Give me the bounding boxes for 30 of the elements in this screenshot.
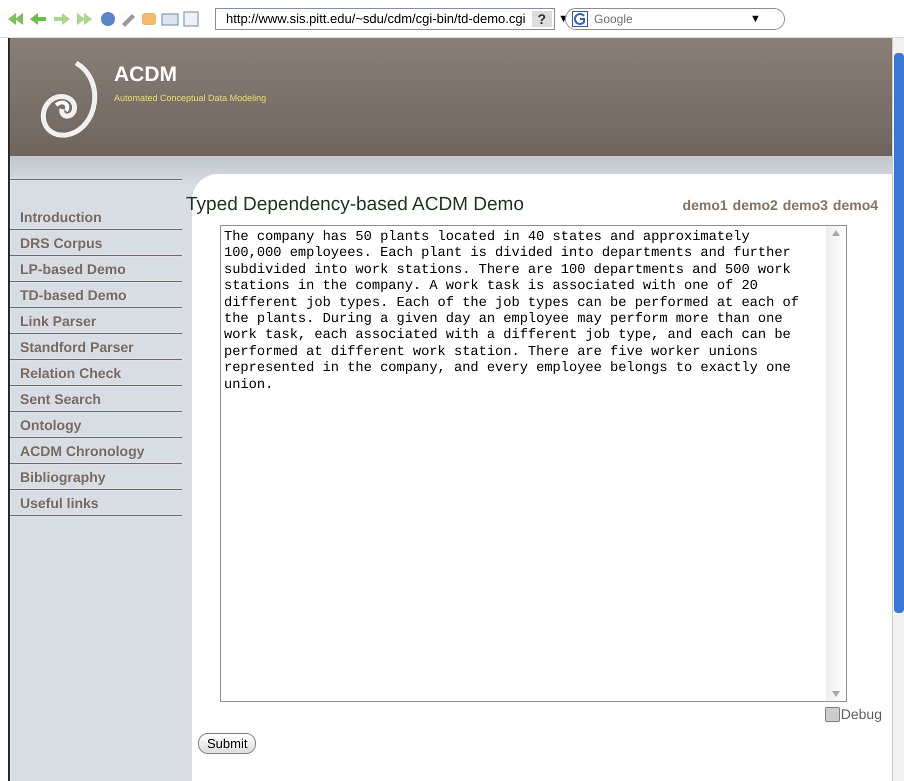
demo-link[interactable]: demo4 [832,197,878,213]
sidebar-link[interactable]: ACDM Chronology [10,438,182,464]
sidebar-link[interactable]: Relation Check [10,360,182,386]
sidebar-link[interactable]: Standford Parser [10,334,182,360]
demo-link[interactable]: demo3 [782,197,828,213]
demo-link[interactable]: demo2 [732,197,778,213]
sidebar-link[interactable]: DRS Corpus [10,230,182,256]
sidebar-link[interactable]: Introduction [10,204,182,230]
sidebar-link[interactable]: TD-based Demo [10,282,182,308]
search-engine-icon [572,10,588,26]
sidebar-link[interactable]: LP-based Demo [10,256,182,282]
sidebar-link[interactable]: Sent Search [10,386,182,412]
scrollbar[interactable] [892,38,904,781]
url-text: http://www.sis.pitt.edu/~sdu/cdm/cgi-bin/td-demo.cgi [226,11,526,26]
site-subtitle: Automated Conceptual Data Modeling [114,93,266,103]
search-field[interactable]: Google ▼ [565,8,785,30]
search-dropdown-button[interactable]: ▼ [750,12,761,24]
demo-title: Typed Dependency-based ACDM Demo [186,194,524,216]
sidebar-link[interactable]: Link Parser [10,308,182,334]
scroll-down-icon[interactable] [832,691,840,697]
scroll-up-icon[interactable] [832,230,840,236]
help-button[interactable]: ? [532,10,552,26]
sidebar-link[interactable]: Ontology [10,412,182,438]
sidebar-link[interactable]: Bibliography [10,464,182,490]
text-input-area[interactable]: The company has 50 plants located in 40 states and approximately 100,000 employees. Each plant is divided into departments and further subdivided into work stations. There are 100 departments and 500 work stations in the company. A work task is associated with one of 20 different job types. Each of the job types can be performed at each of the plants. During a given day an employee may perform more than one work task, each associated with a different job type, and each can be performed at different work station. There are five worker unions represented in the company, and every employee belongs to exactly one union. [220,225,847,702]
site-title: ACDM [114,63,178,87]
submit-button[interactable]: Submit [198,733,256,754]
debug-checkbox[interactable]: Debug [824,706,882,722]
sidebar-link[interactable]: Useful links [10,490,182,516]
demo-link[interactable]: demo1 [682,197,728,213]
